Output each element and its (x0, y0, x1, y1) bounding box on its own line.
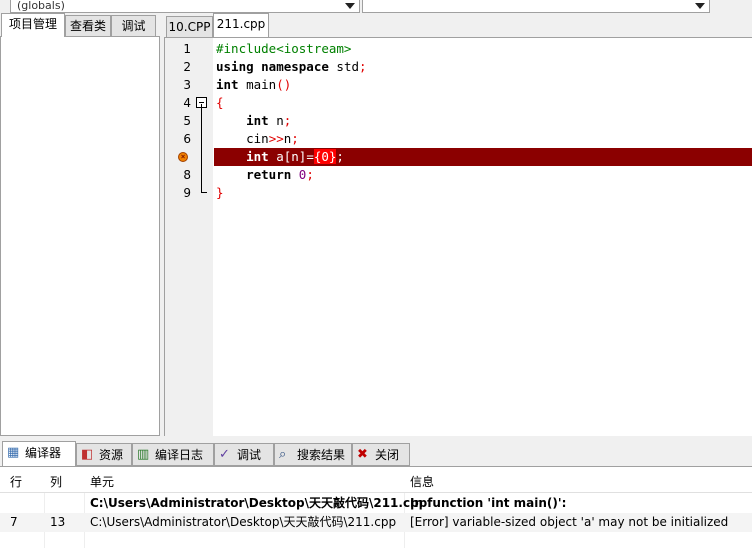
tab-label: 编译器 (25, 446, 62, 460)
line-number: 8 (183, 168, 191, 182)
tab-view-classes[interactable]: 查看类 (65, 15, 111, 36)
tab-label: 关闭 (375, 448, 400, 462)
search-results-icon: ⌕ (279, 447, 287, 462)
code-text: int a[n]={0}; (246, 149, 344, 164)
code-editor[interactable]: 1 #include<iostream> 2 using namespace std;… (164, 37, 752, 436)
chevron-down-icon (345, 3, 355, 9)
line-number: 4 (183, 96, 191, 110)
code-text: int main() (216, 77, 292, 92)
debug-check-icon: ✓ (219, 447, 230, 462)
code-line[interactable]: 8 return 0; (165, 166, 752, 184)
table-row[interactable]: C:\Users\Administrator\Desktop\天天敲代码\211… (0, 494, 752, 513)
code-line[interactable]: × int a[n]={0}; (165, 148, 752, 166)
line-number: 1 (183, 42, 191, 56)
code-line[interactable]: 4{ (165, 94, 752, 112)
compiler-icon: ▦ (7, 445, 20, 460)
line-number: 2 (183, 60, 191, 74)
line-number: 5 (183, 114, 191, 128)
scope-combo[interactable]: (globals) (10, 0, 360, 13)
cell-unit: C:\Users\Administrator\Desktop\天天敲代码\211… (90, 496, 428, 510)
code-line[interactable]: 9} (165, 184, 752, 202)
compiler-messages-table[interactable]: 行 列 单元 信息 C:\Users\Administrator\Desktop… (0, 466, 752, 548)
bottom-tab-search-results[interactable]: ⌕ 搜索结果 (274, 443, 352, 466)
tab-label: 调试 (237, 448, 262, 462)
bottom-tab-compiler[interactable]: ▦ 编译器 (2, 441, 76, 466)
code-line[interactable]: 6 cin>>n; (165, 130, 752, 148)
compile-log-icon: ▥ (137, 447, 150, 462)
header-info: 信息 (410, 475, 435, 489)
tab-label: 资源 (99, 448, 124, 462)
code-line[interactable]: 1 #include<iostream> (165, 40, 752, 58)
cell-info: [Error] variable-sized object 'a' may no… (410, 515, 729, 529)
tab-label: 搜索结果 (297, 448, 346, 462)
line-number: 9 (183, 186, 191, 200)
fold-end (201, 192, 207, 193)
cell-line: 7 (10, 515, 18, 529)
code-text: { (216, 95, 224, 110)
resources-icon: ◧ (81, 447, 94, 462)
editor-tab-10-cpp[interactable]: 10.CPP (166, 16, 213, 37)
code-line[interactable]: 5 int n; (165, 112, 752, 130)
project-panel (0, 36, 160, 436)
code-text: return 0; (246, 167, 314, 182)
tab-label: 编译日志 (155, 448, 204, 462)
tab-debug[interactable]: 调试 (111, 15, 156, 36)
code-text: cin>>n; (216, 131, 299, 146)
editor-tab-211-cpp[interactable]: 211.cpp (213, 13, 269, 37)
tab-project-manager[interactable]: 项目管理 (1, 13, 65, 37)
fold-line (201, 104, 202, 192)
header-line: 行 (10, 475, 23, 489)
cell-info: In function 'int main()': (410, 496, 567, 510)
code-line[interactable]: 2 using namespace std; (165, 58, 752, 76)
table-header: 行 列 单元 信息 (0, 471, 752, 493)
member-combo[interactable] (362, 0, 710, 13)
bottom-tab-resources[interactable]: ◧ 资源 (76, 443, 132, 466)
code-text: } (216, 185, 224, 200)
scope-combo-value: (globals) (17, 0, 65, 12)
error-marker-icon: × (178, 152, 188, 162)
header-unit: 单元 (90, 475, 115, 489)
code-text: int n; (246, 113, 292, 128)
line-number: 3 (183, 78, 191, 92)
bottom-tab-debug-check[interactable]: ✓ 调试 (214, 443, 274, 466)
bottom-tab-compile-log[interactable]: ▥ 编译日志 (132, 443, 214, 466)
code-line[interactable]: 3 int main() (165, 76, 752, 94)
cell-col: 13 (50, 515, 66, 529)
bottom-tab-close[interactable]: ✖ 关闭 (352, 443, 410, 466)
close-icon: ✖ (357, 447, 368, 462)
header-col: 列 (50, 475, 63, 489)
line-number: 6 (183, 132, 191, 146)
chevron-down-icon (695, 3, 705, 9)
cell-unit: C:\Users\Administrator\Desktop\天天敲代码\211… (90, 515, 397, 529)
table-row[interactable]: 7 13 C:\Users\Administrator\Desktop\天天敲代… (0, 513, 752, 532)
code-text: #include<iostream> (216, 41, 352, 56)
code-text: using namespace std; (216, 59, 367, 74)
